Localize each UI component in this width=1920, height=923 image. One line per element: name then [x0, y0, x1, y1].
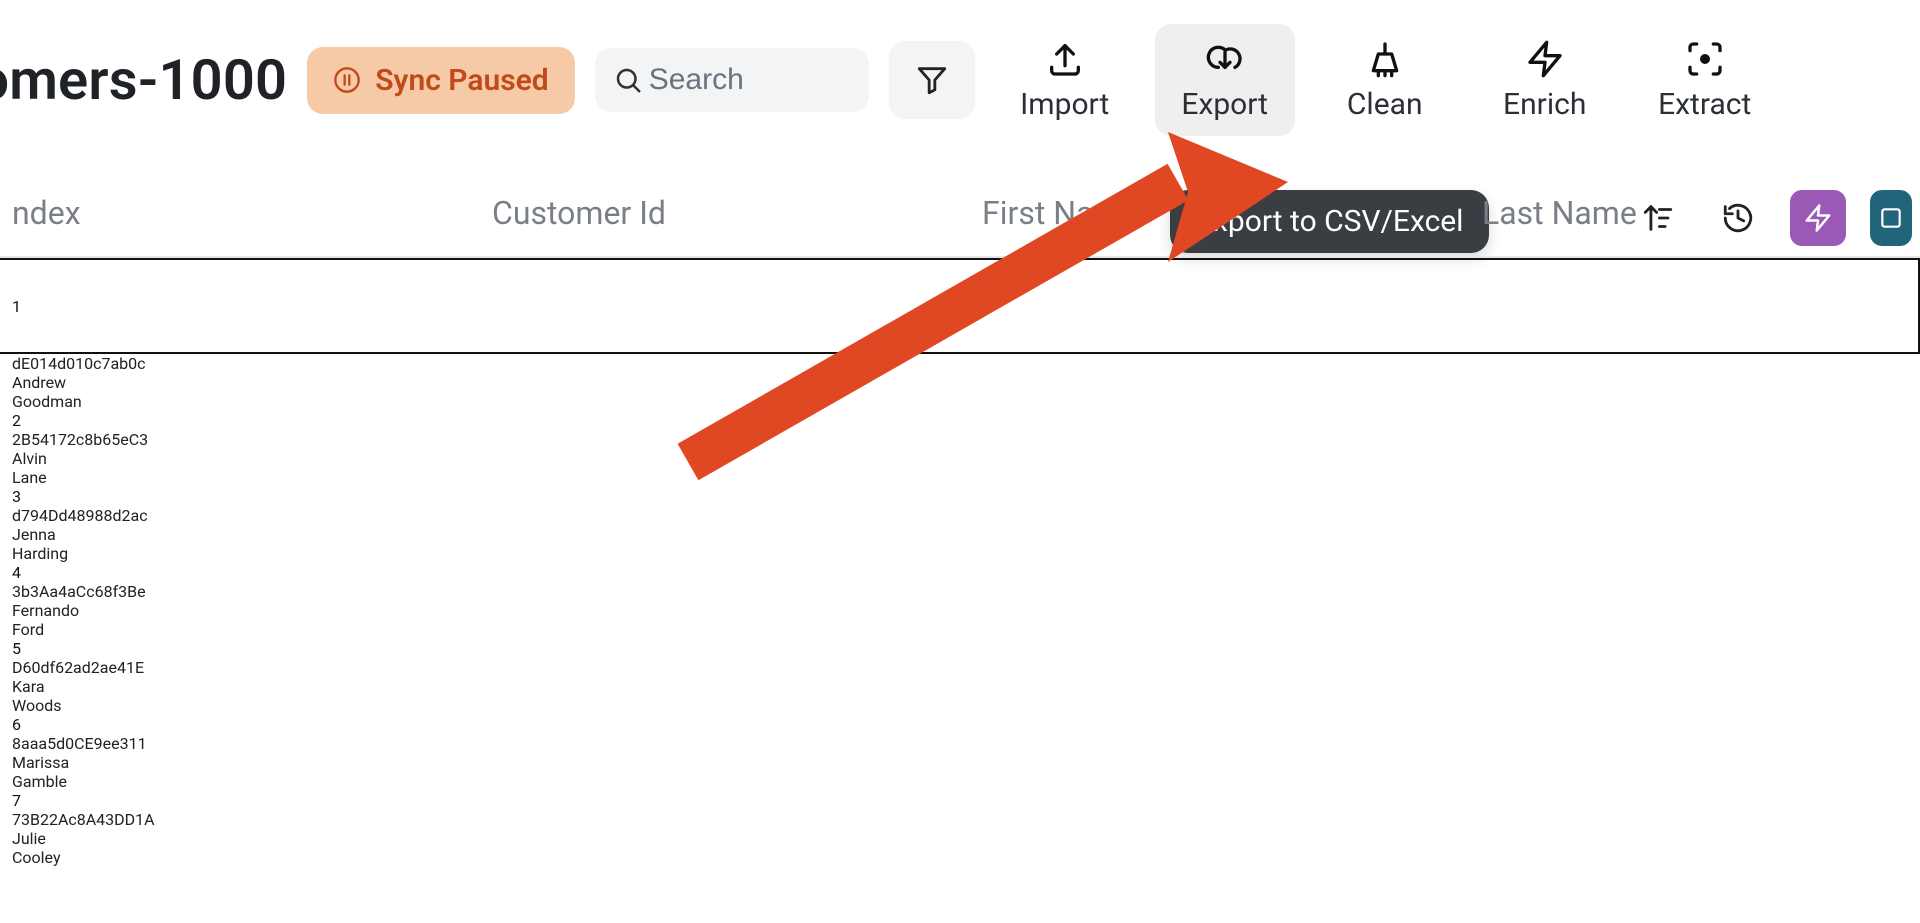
table-row[interactable]: 7 73B22Ac8A43DD1A Julie Cooley [0, 791, 1920, 867]
table-row[interactable]: 3 d794Dd48988d2ac Jenna Harding [0, 487, 1920, 563]
clean-label: Clean [1347, 87, 1423, 122]
cell-last-name[interactable]: Goodman [0, 392, 1920, 411]
broom-icon [1365, 39, 1405, 79]
sync-status-badge[interactable]: Sync Paused [307, 47, 574, 114]
cell-customer-id[interactable]: 8aaa5d0CE9ee311 [0, 734, 1920, 753]
cell-last-name[interactable]: Ford [0, 620, 1920, 639]
table-row[interactable]: 5 D60df62ad2ae41E Kara Woods [0, 639, 1920, 715]
export-button[interactable]: Export [1155, 24, 1295, 136]
extract-label: Extract [1658, 87, 1751, 122]
top-toolbar: stomers-1000 Sync Paused Import [0, 0, 1920, 144]
filter-button[interactable] [889, 41, 975, 119]
cell-first-name[interactable]: Julie [0, 829, 1920, 848]
filter-icon [915, 63, 949, 97]
cell-first-name[interactable]: Jenna [0, 525, 1920, 544]
import-label: Import [1020, 87, 1109, 122]
cell-index[interactable]: 6 [0, 715, 1920, 734]
cell-customer-id[interactable]: 2B54172c8b65eC3 [0, 430, 1920, 449]
col-customer-id[interactable]: Customer Id [480, 170, 970, 256]
search-icon [613, 65, 643, 95]
enrich-button[interactable]: Enrich [1475, 24, 1615, 136]
cell-last-name[interactable]: Harding [0, 544, 1920, 563]
cell-customer-id[interactable]: 73B22Ac8A43DD1A [0, 810, 1920, 829]
export-label: Export [1181, 87, 1268, 122]
cell-index[interactable]: 7 [0, 791, 1920, 810]
col-first-name[interactable]: First Name [970, 170, 1470, 256]
cell-index[interactable]: 3 [0, 487, 1920, 506]
cell-index[interactable]: 1 [0, 258, 1920, 354]
clean-button[interactable]: Clean [1315, 24, 1455, 136]
cell-first-name[interactable]: Alvin [0, 449, 1920, 468]
table-row[interactable]: 6 8aaa5d0CE9ee311 Marissa Gamble [0, 715, 1920, 791]
cell-last-name[interactable]: Lane [0, 468, 1920, 487]
cell-first-name[interactable]: Kara [0, 677, 1920, 696]
search-input-wrap[interactable] [595, 48, 869, 112]
extract-button[interactable]: Extract [1635, 24, 1775, 136]
table-body: 1 dE014d010c7ab0c Andrew Goodman 2 2B541… [0, 258, 1920, 867]
download-cloud-icon [1203, 39, 1247, 79]
cell-customer-id[interactable]: 3b3Aa4aCc68f3Be [0, 582, 1920, 601]
cell-first-name[interactable]: Marissa [0, 753, 1920, 772]
search-input[interactable] [647, 62, 851, 98]
cell-last-name[interactable]: Cooley [0, 848, 1920, 867]
cell-index[interactable]: 5 [0, 639, 1920, 658]
cell-last-name[interactable]: Gamble [0, 772, 1920, 791]
cell-customer-id[interactable]: dE014d010c7ab0c [0, 354, 1920, 373]
cell-customer-id[interactable]: d794Dd48988d2ac [0, 506, 1920, 525]
table-header-row: ndex Customer Id First Name Last Name [0, 170, 1920, 258]
pause-icon [333, 66, 361, 94]
selected-cell[interactable]: 1 [0, 258, 1920, 354]
cell-first-name[interactable]: Fernando [0, 601, 1920, 620]
upload-icon [1045, 39, 1085, 79]
cell-index[interactable]: 2 [0, 411, 1920, 430]
cell-customer-id[interactable]: D60df62ad2ae41E [0, 658, 1920, 677]
cell-first-name[interactable]: Andrew [0, 373, 1920, 392]
col-index[interactable]: ndex [0, 170, 480, 256]
lightning-icon [1525, 39, 1565, 79]
table-row[interactable]: 1 dE014d010c7ab0c Andrew Goodman [0, 258, 1920, 411]
import-button[interactable]: Import [995, 24, 1135, 136]
cell-index[interactable]: 4 [0, 563, 1920, 582]
scan-icon [1685, 39, 1725, 79]
data-table: ndex Customer Id First Name Last Name 1 … [0, 170, 1920, 867]
table-row[interactable]: 2 2B54172c8b65eC3 Alvin Lane [0, 411, 1920, 487]
sync-status-label: Sync Paused [375, 63, 548, 98]
page-title: stomers-1000 [0, 47, 287, 113]
table-row[interactable]: 4 3b3Aa4aCc68f3Be Fernando Ford [0, 563, 1920, 639]
col-last-name[interactable]: Last Name [1470, 170, 1920, 256]
enrich-label: Enrich [1503, 87, 1586, 122]
cell-last-name[interactable]: Woods [0, 696, 1920, 715]
